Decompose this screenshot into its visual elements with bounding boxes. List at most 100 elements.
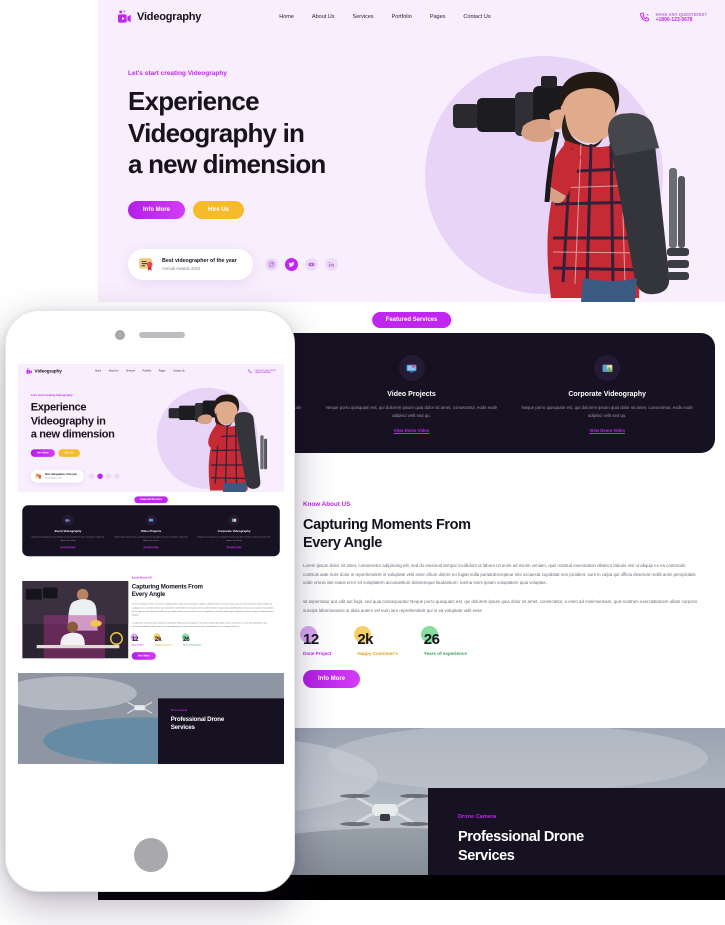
linkedin-icon[interactable]	[324, 258, 338, 271]
service-card-corporate-videography[interactable]: Corporate Videography Neque porro quisqu…	[513, 355, 701, 437]
service-title: Event Videography	[54, 529, 82, 533]
corporate-screen-icon	[228, 514, 240, 526]
phone-drone-section: Drone Camera Professional Drone Services	[18, 672, 284, 765]
phone-brand-logo[interactable]: Videography	[26, 368, 62, 375]
view-demo-video-link[interactable]: View Demo Video	[143, 546, 158, 548]
stat-label: Years of experience	[182, 643, 202, 647]
hero-photographer-image	[165, 386, 276, 493]
info-more-button[interactable]: Info More	[30, 449, 55, 457]
info-more-button[interactable]: Info More	[128, 201, 185, 220]
stat-years-of-experience: 26 Years of experience	[181, 633, 202, 647]
phone-ring-icon	[638, 11, 651, 24]
service-card-video-projects[interactable]: Video Projects Neque porro quisquam est,…	[318, 355, 506, 437]
instagram-icon[interactable]	[88, 473, 95, 479]
stat-number: 26	[423, 631, 440, 649]
hero-title-line-2: Videography in	[30, 413, 106, 427]
stat-done-project: 12 Done Project	[300, 626, 331, 656]
award-title: Best videographer of the year	[162, 258, 237, 265]
about-stats: 12 Done Project 2k Happy Customer's 26 Y…	[300, 626, 701, 657]
page-title: Experience Videography in a new dimensio…	[128, 86, 438, 181]
instagram-icon[interactable]	[264, 258, 278, 271]
mockup-stage: Videography Home About Us Services Portf…	[0, 0, 725, 925]
youtube-icon[interactable]	[105, 473, 112, 479]
service-card-event-videography[interactable]: Event Videography Neque porro quisquam e…	[28, 514, 108, 550]
phone-main-nav: Home About Us Services Portfolio Pages C…	[95, 370, 185, 373]
hire-us-button[interactable]: Hire Us	[193, 201, 245, 220]
youtube-icon[interactable]	[304, 258, 318, 271]
brand-logo[interactable]: Videography	[116, 9, 201, 25]
about-eyebrow: Know About US	[131, 576, 152, 580]
view-demo-video-link[interactable]: View Demo Video	[60, 546, 75, 548]
phone-drone-panel: Drone Camera Professional Drone Services	[158, 698, 284, 765]
phone-hero-actions: Info More Hire Us	[30, 449, 163, 457]
contact-phone[interactable]: +1800-123-5678	[656, 17, 707, 23]
hero-section: Let's start creating Videography Experie…	[98, 34, 725, 302]
phone-services-card-group: Event Videography Neque porro quisquam e…	[22, 505, 280, 557]
phone-hero-badge-row: Best videographer of the year Annual Awa…	[30, 469, 120, 483]
phone-about-stats: 12 Done Project 2k Happy Customer's 26 Y…	[130, 633, 274, 647]
service-description: Neque porro quisquam est, qui dolorem ip…	[325, 405, 498, 418]
stat-number: 2k	[357, 631, 374, 649]
drone-title: Professional Drone Services	[171, 715, 272, 731]
site-header: Videography Home About Us Services Portf…	[98, 0, 725, 34]
twitter-icon[interactable]	[284, 258, 298, 271]
twitter-icon[interactable]	[97, 473, 103, 479]
phone-services-section: Featured Services Event Videography Nequ…	[18, 492, 284, 565]
phone-header-contact[interactable]: HAVE ANY QUESTIONS? +1800-123-5678	[247, 368, 276, 374]
service-title: Corporate Videography	[568, 391, 647, 398]
nav-item-services[interactable]: Services	[126, 370, 135, 373]
service-card-corporate-videography[interactable]: Corporate Videography Neque porro quisqu…	[194, 514, 274, 550]
award-badge: Best videographer of the year Annual Awa…	[30, 469, 84, 483]
award-subtitle: Annual Awards 2023	[45, 476, 62, 479]
hero-eyebrow: Let's start creating Videography	[128, 70, 227, 77]
nav-item-pages[interactable]: Pages	[159, 370, 166, 373]
view-demo-video-link[interactable]: View Demo Video	[589, 428, 625, 433]
stat-done-project: 12 Done Project	[130, 633, 144, 646]
nav-item-home[interactable]: Home	[279, 14, 294, 20]
service-card-video-projects[interactable]: Video Projects Neque porro quisquam est,…	[111, 514, 191, 550]
hero-eyebrow: Let's start creating Videography	[30, 393, 73, 397]
hero-title-line-3: a new dimension	[30, 427, 115, 441]
stat-happy-customers: 2k Happy Customer's	[354, 626, 398, 657]
hero-copy: Let's start creating Videography Experie…	[128, 70, 438, 220]
hire-us-button[interactable]: Hire Us	[58, 449, 80, 457]
home-button-icon[interactable]	[134, 838, 168, 872]
view-demo-video-link[interactable]: View Demo Video	[394, 428, 430, 433]
service-title: Corporate Videography	[217, 529, 251, 533]
award-title: Best videographer of the year	[45, 473, 77, 477]
linkedin-icon[interactable]	[114, 473, 120, 479]
featured-services-badge: Featured Services	[134, 496, 168, 504]
phone-social-links	[88, 473, 120, 479]
phone-screen[interactable]: Videography Home About Us Services Portf…	[18, 364, 284, 841]
main-nav: Home About Us Services Portfolio Pages C…	[279, 14, 490, 20]
nav-item-contact-us[interactable]: Contact Us	[463, 14, 490, 20]
contact-phone[interactable]: +1800-123-5678	[255, 371, 277, 374]
nav-item-home[interactable]: Home	[95, 370, 101, 373]
nav-item-pages[interactable]: Pages	[430, 14, 446, 20]
view-demo-video-link[interactable]: View Demo Video	[226, 546, 241, 548]
video-camera-icon	[26, 368, 33, 375]
about-title-line-2: Every Angle	[131, 591, 166, 598]
nav-item-portfolio[interactable]: Portfolio	[143, 370, 152, 373]
phone-top-bar	[6, 311, 294, 358]
header-contact[interactable]: HAVE ANY QUESTIONS? +1800-123-5678	[638, 11, 707, 24]
about-info-more-button[interactable]: Info More	[131, 651, 156, 660]
award-certificate-icon	[35, 473, 42, 480]
hero-photographer-image	[445, 52, 707, 302]
about-info-more-button[interactable]: Info More	[303, 670, 360, 689]
drone-title-line-2: Services	[458, 847, 515, 864]
stat-years-of-experience: 26 Years of experience	[420, 626, 467, 656]
stat-happy-customers: 2k Happy Customer's	[153, 633, 172, 646]
nav-item-about-us[interactable]: About Us	[109, 370, 119, 373]
nav-item-about-us[interactable]: About Us	[312, 14, 335, 20]
nav-item-portfolio[interactable]: Portfolio	[392, 14, 412, 20]
nav-item-services[interactable]: Services	[353, 14, 374, 20]
nav-item-contact-us[interactable]: Contact Us	[173, 370, 185, 373]
contact-label: HAVE ANY QUESTIONS?	[655, 11, 707, 17]
drone-title: Professional Drone Services	[458, 828, 695, 865]
featured-services-badge: Featured Services	[371, 312, 452, 328]
drone-title-line-1: Professional Drone	[458, 829, 584, 846]
video-camera-icon	[116, 9, 132, 25]
stat-label: Happy Customer's	[357, 651, 398, 657]
about-title-line-1: Capturing Moments From	[131, 583, 203, 591]
